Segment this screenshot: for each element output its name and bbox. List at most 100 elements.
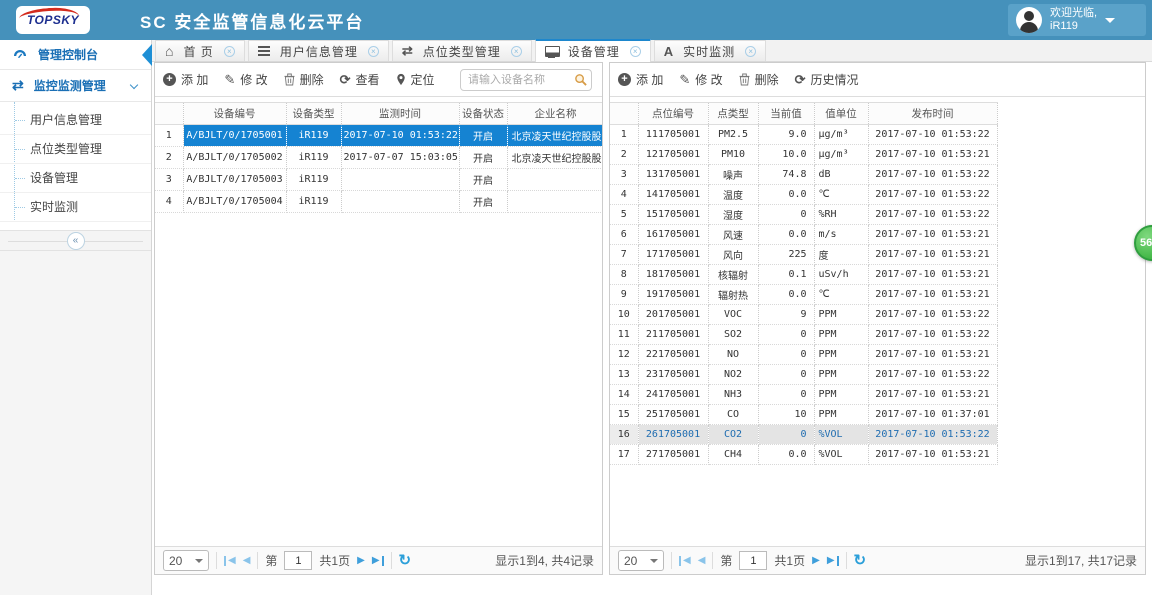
page-number-input[interactable] xyxy=(284,551,313,570)
tab-label: 点位类型管理 xyxy=(422,44,501,59)
column-header[interactable]: 监测时间 xyxy=(341,102,460,125)
user-menu[interactable]: 欢迎光临, iR119 xyxy=(1008,4,1146,36)
refresh-icon[interactable]: ↻ xyxy=(399,553,412,568)
sidebar-section-monitoring[interactable]: ⇄ 监控监测管理 xyxy=(0,70,151,102)
page-size-select[interactable]: 20 xyxy=(618,550,664,571)
table-row[interactable]: 1 A/BJLT/0/1705001 iR119 2017-07-10 01:53:2… xyxy=(155,124,602,147)
point-data-panel: 添 加 ✎修 改 删除 ⟳历史情况 点位编号点类型当前值值单位发布时间 1111… xyxy=(609,62,1146,575)
table-row[interactable]: 8 181705001 核辐射 0.1 uSv/h 2017-07-10 01:53:21 xyxy=(610,264,998,285)
table-row[interactable]: 16 261705001 CO2 0 %VOL 2017-07-10 01:53:22 xyxy=(610,424,998,445)
edit-button[interactable]: ✎ 修 改 xyxy=(679,71,722,88)
locate-button[interactable]: 定位 xyxy=(396,71,435,88)
column-header[interactable]: 发布时间 xyxy=(868,102,998,125)
prev-page-button[interactable]: ◀ xyxy=(243,555,251,566)
table-row[interactable]: 6 161705001 风速 0.0 m/s 2017-07-10 01:53:21 xyxy=(610,224,998,245)
page-number-input[interactable] xyxy=(739,551,768,570)
table-row[interactable]: 17 271705001 CH4 0.0 %VOL 2017-07-10 01:53:21 xyxy=(610,444,998,465)
table-row[interactable]: 14 241705001 NH3 0 PPM 2017-07-10 01:53:21 xyxy=(610,384,998,405)
first-page-button[interactable]: ◀ xyxy=(224,555,236,566)
separator xyxy=(216,552,217,569)
close-icon[interactable] xyxy=(367,45,379,57)
table-cell: PPM xyxy=(814,304,869,325)
close-icon[interactable] xyxy=(745,45,757,57)
table-row[interactable]: 12 221705001 NO 0 PPM 2017-07-10 01:53:21 xyxy=(610,344,998,365)
delete-button[interactable]: 删除 xyxy=(284,71,324,88)
sidebar-item-device-mgmt[interactable]: 设备管理 xyxy=(0,164,151,193)
table-row[interactable]: 3 131705001 噪声 74.8 dB 2017-07-10 01:53:22 xyxy=(610,164,998,185)
location-pin-icon xyxy=(396,73,405,86)
table-cell: iR119 xyxy=(286,190,342,213)
history-button[interactable]: ⟳ 历史情况 xyxy=(795,71,859,88)
tab-device-mgmt[interactable]: 设备管理 xyxy=(534,39,651,62)
table-row[interactable]: 5 151705001 湿度 0 %RH 2017-07-10 01:53:22 xyxy=(610,204,998,225)
table-row[interactable]: 9 191705001 辐射热 0.0 ℃ 2017-07-10 01:53:21 xyxy=(610,284,998,305)
row-number-header xyxy=(610,102,639,125)
page-size-value: 20 xyxy=(169,553,183,568)
row-number: 4 xyxy=(610,184,639,205)
next-page-button[interactable]: ▶ xyxy=(812,555,820,566)
page-size-select[interactable]: 20 xyxy=(163,550,209,571)
column-header[interactable]: 值单位 xyxy=(814,102,869,125)
table-cell: 271705001 xyxy=(638,444,709,465)
tab-user-info[interactable]: 用户信息管理 xyxy=(247,40,389,61)
column-header[interactable]: 设备编号 xyxy=(183,102,287,125)
table-row[interactable]: 2 A/BJLT/0/1705002 iR119 2017-07-07 15:03:0… xyxy=(155,146,602,169)
table-row[interactable]: 13 231705001 NO2 0 PPM 2017-07-10 01:53:22 xyxy=(610,364,998,385)
table-cell: 2017-07-10 01:53:21 xyxy=(868,384,998,405)
table-row[interactable]: 3 A/BJLT/0/1705003 iR119 开启 xyxy=(155,168,602,191)
tab-home[interactable]: ⌂ 首 页 xyxy=(155,40,245,61)
close-icon[interactable] xyxy=(223,45,235,57)
table-row[interactable]: 4 141705001 温度 0.0 ℃ 2017-07-10 01:53:22 xyxy=(610,184,998,205)
point-table-wrap: 点位编号 点类型 当前值 值单位 发布时间 1 111705001 PM2.5 9.0 μg/m… xyxy=(610,102,1145,465)
column-header[interactable]: 设备类型 xyxy=(286,102,342,125)
table-cell: 2017-07-10 01:53:21 xyxy=(868,284,998,305)
sidebar-item-point-type[interactable]: 点位类型管理 xyxy=(0,135,151,164)
table-row[interactable]: 15 251705001 CO 10 PPM 2017-07-10 01:37:01 xyxy=(610,404,998,425)
tab-point-type[interactable]: ⇄ 点位类型管理 xyxy=(391,40,532,61)
sidebar-item-realtime[interactable]: 实时监测 xyxy=(0,193,151,222)
refresh-icon[interactable]: ↻ xyxy=(854,553,867,568)
search-icon[interactable] xyxy=(574,73,587,86)
edit-button[interactable]: ✎ 修 改 xyxy=(224,71,267,88)
table-row[interactable]: 1 111705001 PM2.5 9.0 μg/m³ 2017-07-10 01:53:… xyxy=(610,124,998,145)
close-icon[interactable] xyxy=(510,45,522,57)
add-button[interactable]: 添 加 xyxy=(618,71,663,88)
table-row[interactable]: 11 211705001 SO2 0 PPM 2017-07-10 01:53:22 xyxy=(610,324,998,345)
table-row[interactable]: 4 A/BJLT/0/1705004 iR119 开启 xyxy=(155,190,602,213)
collapse-sidebar-button[interactable]: « xyxy=(66,231,85,250)
add-button[interactable]: 添 加 xyxy=(163,71,208,88)
view-button[interactable]: ⟳ 查看 xyxy=(340,71,380,88)
column-header[interactable]: 设备状态 xyxy=(459,102,508,125)
table-row[interactable]: 2 121705001 PM10 10.0 μg/m³ 2017-07-10 01:53:… xyxy=(610,144,998,165)
font-icon: A xyxy=(663,43,674,59)
column-header[interactable]: 当前值 xyxy=(758,102,815,125)
column-header[interactable]: 点类型 xyxy=(708,102,759,125)
table-cell: 231705001 xyxy=(638,364,709,385)
sidebar-section-console[interactable]: 管理控制台 xyxy=(0,40,152,70)
table-cell: CO2 xyxy=(708,424,759,445)
close-icon[interactable] xyxy=(629,46,641,57)
first-page-button[interactable]: ◀ xyxy=(679,555,691,566)
sidebar-item-user-info[interactable]: 用户信息管理 xyxy=(0,106,151,135)
tab-bar: ⌂ 首 页 用户信息管理 ⇄ 点位类型管理 设备管理 A 实时监测 xyxy=(152,39,1152,62)
swap-icon: ⇄ xyxy=(401,43,413,58)
prev-page-button[interactable]: ◀ xyxy=(698,555,706,566)
table-cell: 2017-07-10 01:37:01 xyxy=(868,404,998,425)
column-header[interactable]: 企业名称 xyxy=(507,102,602,125)
table-cell: CO xyxy=(708,404,759,425)
last-page-button[interactable]: ▶ xyxy=(372,555,384,566)
table-row[interactable]: 10 201705001 VOC 9 PPM 2017-07-10 01:53:22 xyxy=(610,304,998,325)
delete-button[interactable]: 删除 xyxy=(739,71,779,88)
last-page-button[interactable]: ▶ xyxy=(827,555,839,566)
tab-realtime[interactable]: A 实时监测 xyxy=(653,40,767,61)
table-cell: 开启 xyxy=(459,190,508,213)
row-number: 8 xyxy=(610,264,639,285)
point-table: 点位编号 点类型 当前值 值单位 发布时间 1 111705001 PM2.5 9.0 μg/m… xyxy=(610,102,998,465)
next-page-button[interactable]: ▶ xyxy=(357,555,365,566)
table-cell: NO xyxy=(708,344,759,365)
tab-label: 用户信息管理 xyxy=(279,44,358,59)
column-header[interactable]: 点位编号 xyxy=(638,102,709,125)
search-input[interactable] xyxy=(460,69,592,91)
table-row[interactable]: 7 171705001 风向 225 度 2017-07-10 01:53:21 xyxy=(610,244,998,265)
table-cell: 0 xyxy=(758,344,815,365)
